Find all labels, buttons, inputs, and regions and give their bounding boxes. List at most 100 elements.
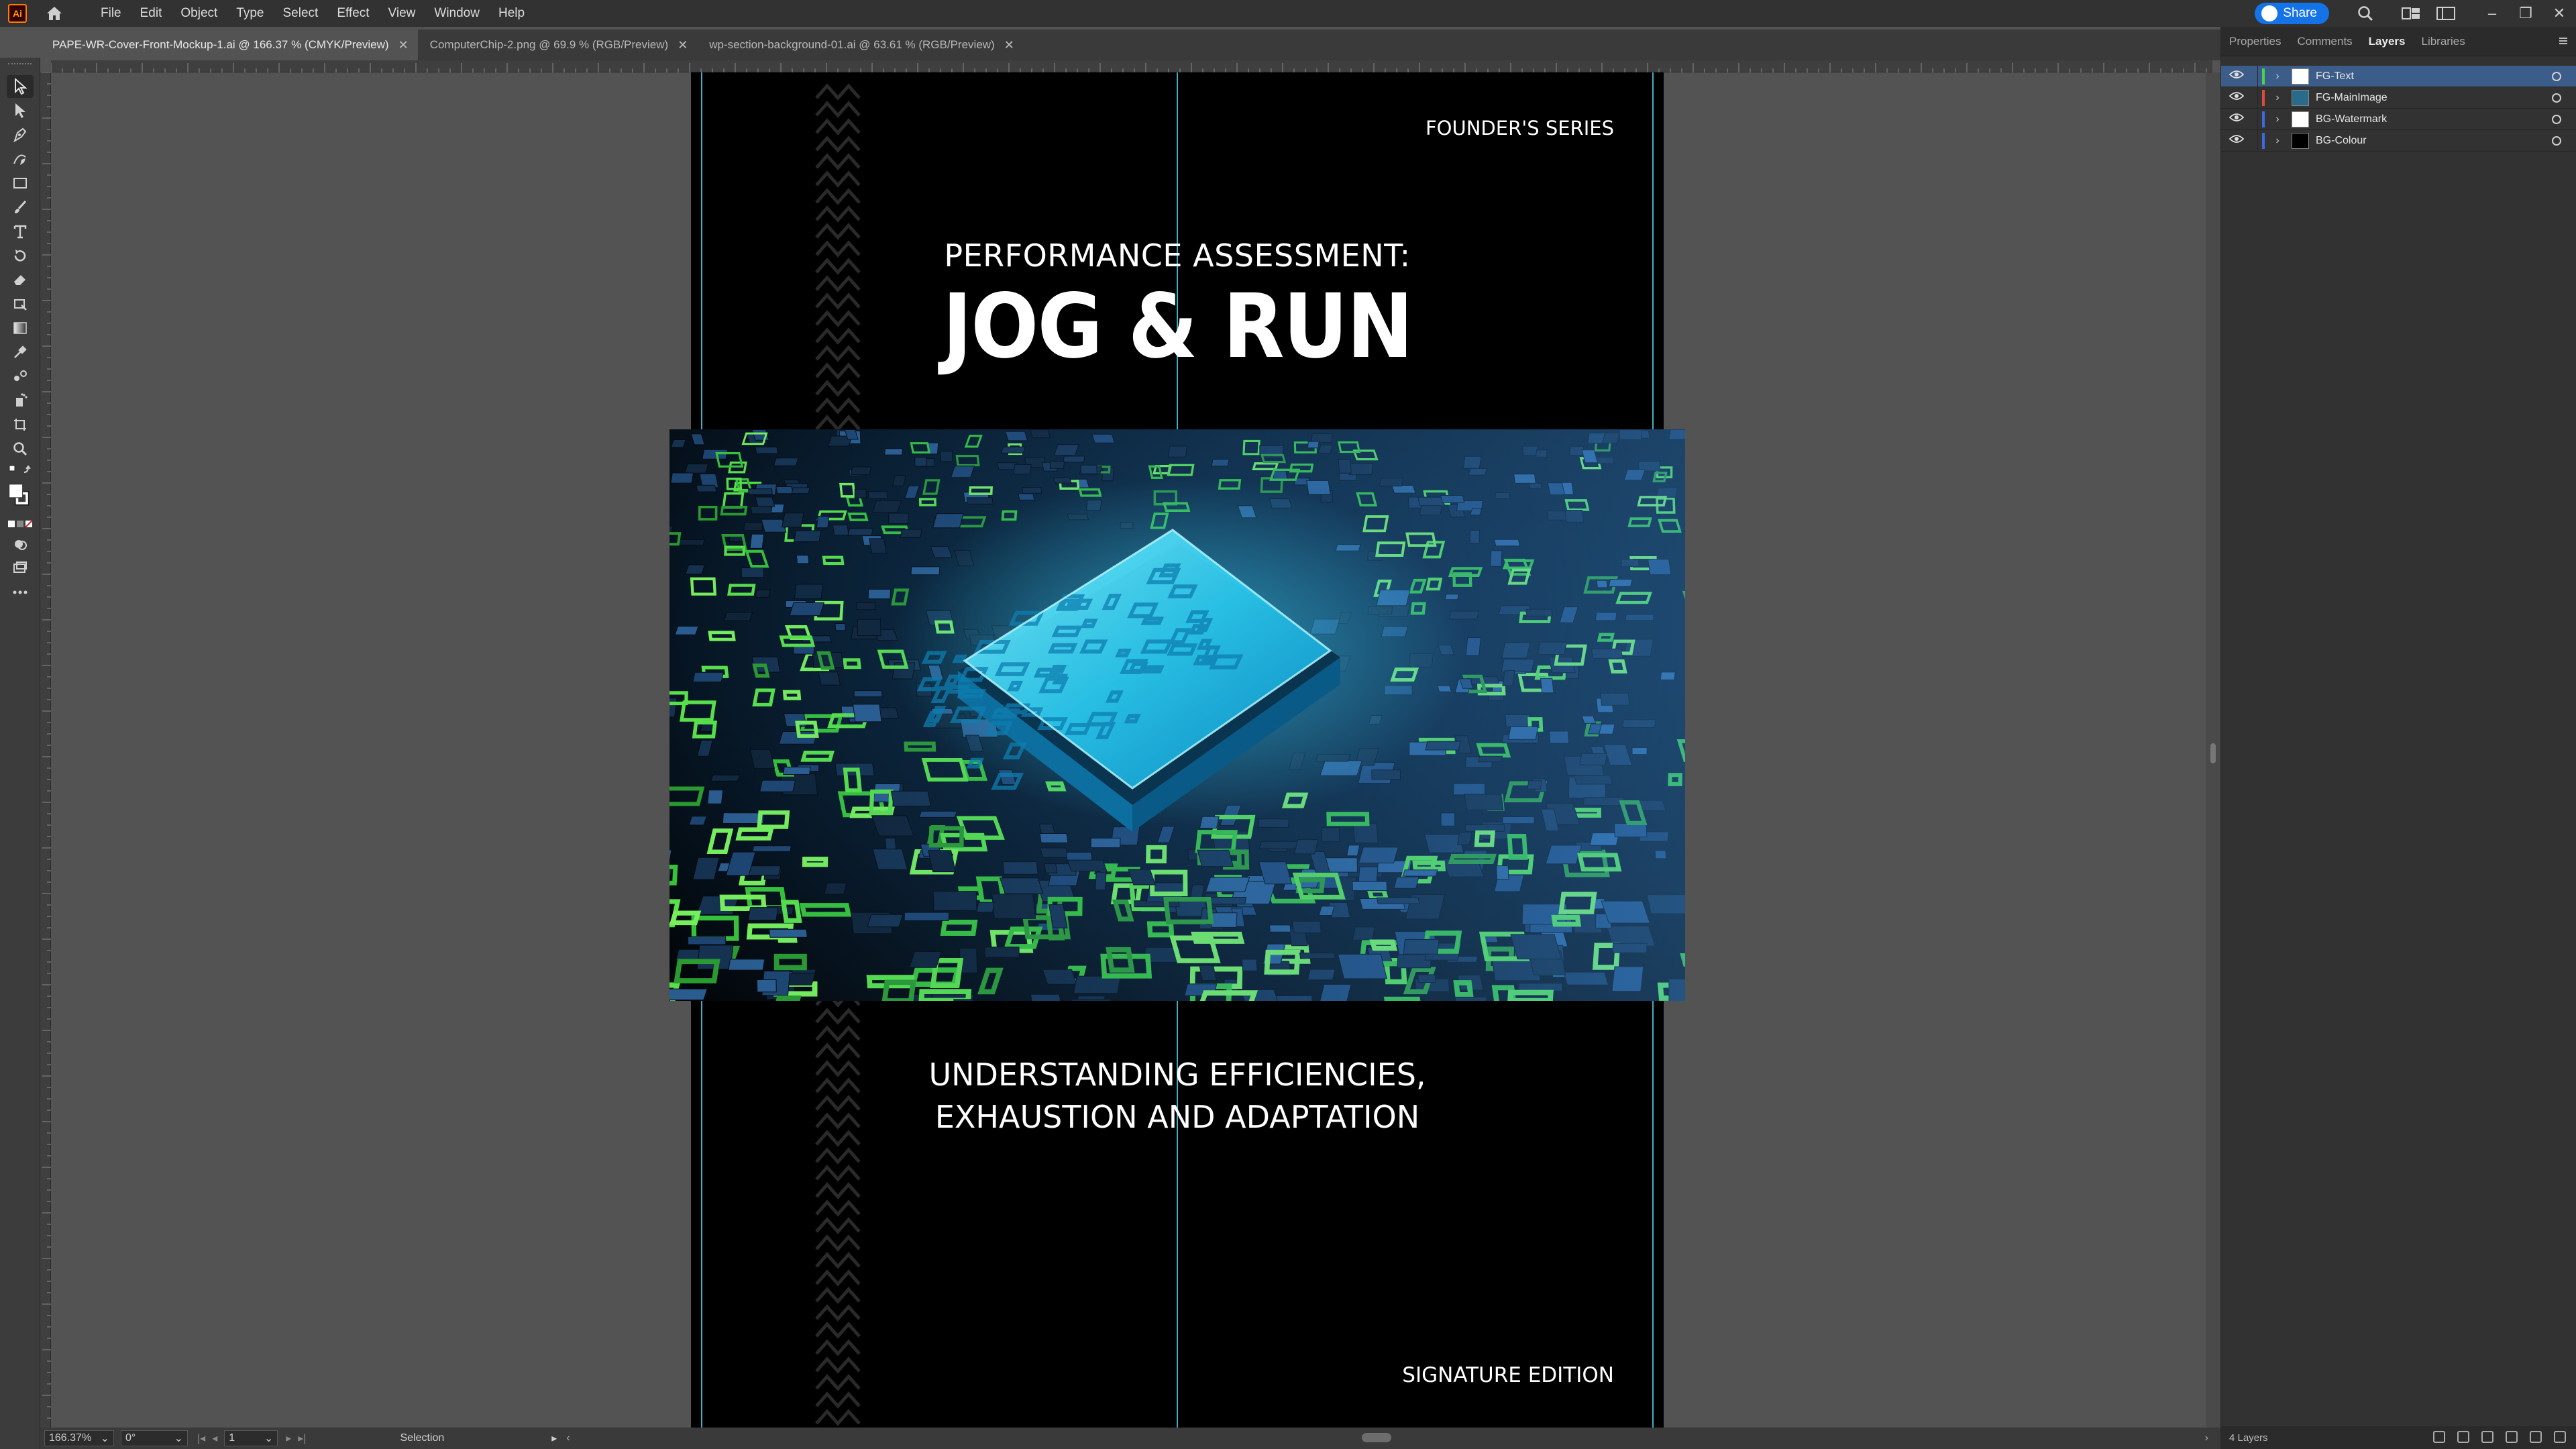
curvature-tool-icon[interactable] xyxy=(7,148,34,170)
previous-artboard-icon[interactable]: ◂ xyxy=(212,1432,217,1445)
lock-column[interactable] xyxy=(2257,129,2258,152)
direct-selection-tool-icon[interactable] xyxy=(7,99,34,122)
horizontal-ruler[interactable] xyxy=(50,60,2212,72)
minimize-window-icon[interactable]: – xyxy=(2475,0,2509,27)
tab-section-background[interactable]: wp-section-background-01.ai @ 63.61 % (R… xyxy=(697,30,1024,60)
rotation-dropdown[interactable]: 0° ⌄ xyxy=(121,1430,188,1446)
first-artboard-icon[interactable]: |◂ xyxy=(197,1432,205,1445)
tab-comments[interactable]: Comments xyxy=(2289,27,2360,56)
color-mode-icon[interactable] xyxy=(7,517,34,531)
chevron-right-icon[interactable]: › xyxy=(2270,135,2285,147)
menu-object[interactable]: Object xyxy=(171,0,227,27)
tab-layers[interactable]: Layers xyxy=(2361,27,2414,56)
tab-cover-mockup[interactable]: PAPE-WR-Cover-Front-Mockup-1.ai @ 166.37… xyxy=(40,30,418,60)
locate-object-icon[interactable] xyxy=(2457,1431,2469,1443)
free-transform-tool-icon[interactable] xyxy=(7,292,34,315)
paintbrush-tool-icon[interactable] xyxy=(7,196,34,219)
swap-colors-icon[interactable] xyxy=(7,462,34,476)
cover-title-small[interactable]: PERFORMANCE ASSESSMENT: xyxy=(691,237,1664,274)
chevron-right-icon[interactable]: › xyxy=(2270,92,2285,104)
layer-row-bg-colour[interactable]: › BG-Colour xyxy=(2221,129,2576,152)
gradient-tool-icon[interactable] xyxy=(7,317,34,339)
pen-tool-icon[interactable] xyxy=(7,123,34,146)
eye-icon[interactable] xyxy=(2229,134,2245,147)
arrange-documents-icon[interactable] xyxy=(2398,0,2424,27)
chevron-right-icon[interactable]: › xyxy=(2270,70,2285,83)
home-icon[interactable] xyxy=(43,2,66,25)
restore-window-icon[interactable]: ❐ xyxy=(2509,0,2542,27)
symbol-sprayer-tool-icon[interactable] xyxy=(7,389,34,412)
cover-subtitle-line-2[interactable]: EXHAUSTION AND ADAPTATION xyxy=(691,1099,1664,1135)
illustrator-logo[interactable]: Ai xyxy=(8,4,27,23)
edition-label[interactable]: SIGNATURE EDITION xyxy=(1402,1363,1614,1387)
menu-window[interactable]: Window xyxy=(425,0,489,27)
vertical-scrollbar[interactable] xyxy=(2206,72,2220,1428)
lock-column[interactable] xyxy=(2257,108,2258,130)
zoom-dropdown[interactable]: 166.37% ⌄ xyxy=(44,1430,114,1446)
type-tool-icon[interactable] xyxy=(7,220,34,243)
chevron-right-icon[interactable]: › xyxy=(2270,113,2285,125)
menu-select[interactable]: Select xyxy=(274,0,328,27)
layer-row-fg-mainimage[interactable]: › FG-MainImage xyxy=(2221,87,2576,109)
more-tools-icon[interactable] xyxy=(7,581,34,604)
eye-icon[interactable] xyxy=(2229,70,2245,83)
layer-name[interactable]: BG-Watermark xyxy=(2316,113,2387,125)
artboard-number-field[interactable]: 1 ⌄ xyxy=(224,1430,278,1446)
tab-computer-chip[interactable]: ComputerChip-2.png @ 69.9 % (RGB/Preview… xyxy=(418,30,698,60)
eye-icon[interactable] xyxy=(2229,91,2245,104)
tab-libraries[interactable]: Libraries xyxy=(2414,27,2473,56)
close-window-icon[interactable]: ✕ xyxy=(2542,0,2576,27)
menu-edit[interactable]: Edit xyxy=(131,0,172,27)
layer-name[interactable]: BG-Colour xyxy=(2316,135,2367,147)
rectangle-tool-icon[interactable] xyxy=(7,172,34,195)
artboard-tool-icon[interactable] xyxy=(7,413,34,436)
tab-properties[interactable]: Properties xyxy=(2221,27,2289,56)
lock-column[interactable] xyxy=(2257,87,2258,109)
menu-view[interactable]: View xyxy=(379,0,425,27)
horizontal-scroll-thumb[interactable] xyxy=(1362,1433,1391,1442)
scroll-left-icon[interactable]: ‹ xyxy=(566,1432,570,1444)
lock-column[interactable] xyxy=(2257,65,2258,87)
new-layer-icon[interactable] xyxy=(2530,1431,2542,1443)
next-artboard-icon[interactable]: ▸ xyxy=(286,1432,291,1445)
series-label[interactable]: FOUNDER'S SERIES xyxy=(1426,117,1614,140)
vertical-scroll-thumb[interactable] xyxy=(2210,743,2216,763)
close-icon[interactable]: ✕ xyxy=(678,38,688,52)
fill-stroke-swatch[interactable] xyxy=(7,478,34,515)
export-icon[interactable] xyxy=(2433,1431,2445,1443)
menu-effect[interactable]: Effect xyxy=(327,0,378,27)
last-artboard-icon[interactable]: ▸| xyxy=(298,1432,306,1445)
target-circle-icon[interactable] xyxy=(2552,93,2561,103)
share-button[interactable]: Share xyxy=(2255,3,2329,24)
menu-type[interactable]: Type xyxy=(227,0,273,27)
target-circle-icon[interactable] xyxy=(2552,136,2561,146)
layer-row-fg-text[interactable]: › FG-Text xyxy=(2221,65,2576,87)
panel-menu-icon[interactable] xyxy=(2557,35,2569,50)
eraser-tool-icon[interactable] xyxy=(7,268,34,291)
status-menu-arrow-icon[interactable]: ▸ xyxy=(551,1432,557,1445)
scroll-right-icon[interactable]: › xyxy=(2205,1432,2208,1444)
cover-title-large[interactable]: JOG & RUN xyxy=(740,275,1615,378)
screen-mode-icon[interactable] xyxy=(7,557,34,580)
workspace-switcher-icon[interactable] xyxy=(2432,0,2459,27)
clipping-mask-icon[interactable] xyxy=(2481,1431,2493,1443)
menu-help[interactable]: Help xyxy=(489,0,534,27)
eye-icon[interactable] xyxy=(2229,113,2245,125)
zoom-tool-icon[interactable] xyxy=(7,437,34,460)
canvas[interactable]: FOUNDER'S SERIES PERFORMANCE ASSESSMENT:… xyxy=(51,72,2212,1428)
close-icon[interactable]: ✕ xyxy=(398,38,409,52)
vertical-ruler[interactable] xyxy=(40,72,51,1428)
menu-file[interactable]: File xyxy=(91,0,131,27)
toolbar-grip[interactable] xyxy=(8,63,32,70)
computer-chip-image[interactable] xyxy=(669,429,1685,1001)
blend-tool-icon[interactable] xyxy=(7,365,34,388)
search-icon[interactable] xyxy=(2352,0,2379,27)
rotate-tool-icon[interactable] xyxy=(7,244,34,267)
close-icon[interactable]: ✕ xyxy=(1004,38,1014,52)
cover-subtitle-line-1[interactable]: UNDERSTANDING EFFICIENCIES, xyxy=(691,1057,1664,1093)
target-circle-icon[interactable] xyxy=(2552,115,2561,124)
layer-row-bg-watermark[interactable]: › BG-Watermark xyxy=(2221,108,2576,130)
new-sublayer-icon[interactable] xyxy=(2506,1431,2518,1443)
target-circle-icon[interactable] xyxy=(2552,72,2561,81)
layer-name[interactable]: FG-MainImage xyxy=(2316,92,2387,104)
